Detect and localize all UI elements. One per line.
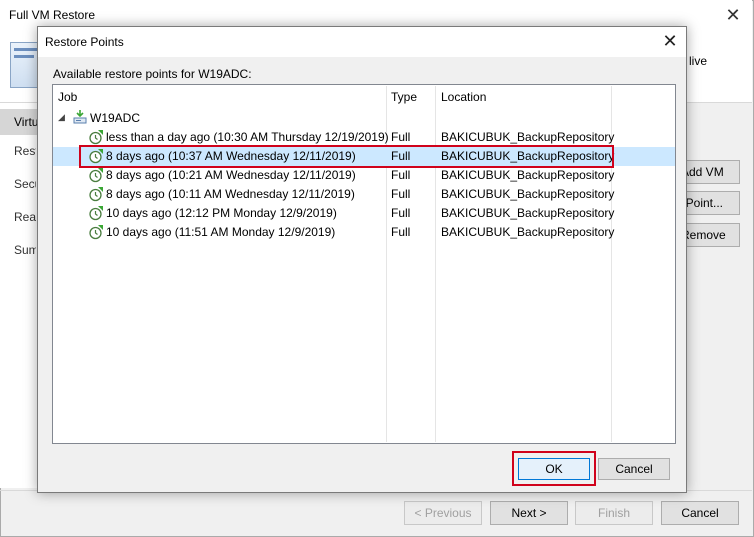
restore-point-location: BAKICUBUK_BackupRepository [441, 206, 615, 220]
dialog-caption: Available restore points for W19ADC: [53, 67, 252, 81]
restore-point-clock-icon [89, 168, 103, 183]
restore-point-location: BAKICUBUK_BackupRepository [441, 168, 615, 182]
wizard-logo-detail [14, 55, 34, 58]
wizard-step-nav [0, 103, 38, 488]
dialog-titlebar [38, 27, 686, 57]
ok-button-annotation [512, 451, 596, 486]
restore-point-clock-icon [89, 225, 103, 240]
nav-step-virtual-machines[interactable]: Virtu [0, 109, 38, 135]
dialog-title: Restore Points [45, 35, 124, 49]
finish-button[interactable]: Finish [575, 501, 653, 525]
restore-point-type: Full [391, 206, 411, 220]
restore-point-date: less than a day ago (10:30 AM Thursday 1… [106, 130, 389, 144]
remove-button[interactable]: Remove [680, 223, 740, 247]
next-button[interactable]: Next > [490, 501, 568, 525]
nav-step-summary[interactable]: Sum [14, 243, 36, 257]
restore-point-clock-icon [89, 130, 103, 145]
restore-point-date: 10 days ago (11:51 AM Monday 12/9/2019) [106, 225, 336, 239]
restore-point-clock-icon [89, 187, 103, 202]
restore-point-type: Full [391, 187, 411, 201]
wizard-cancel-button[interactable]: Cancel [661, 501, 739, 525]
selected-row-annotation [79, 145, 614, 168]
column-header-type[interactable]: Type [391, 90, 417, 104]
dialog-cancel-button[interactable]: Cancel [598, 458, 670, 480]
restore-point-location: BAKICUBUK_BackupRepository [441, 130, 615, 144]
dialog-close-icon[interactable]: ✕ [658, 30, 682, 54]
wizard-header-description: live [689, 54, 708, 68]
restore-point-date: 10 days ago (12:12 PM Monday 12/9/2019) [106, 206, 337, 220]
nav-step-reason[interactable]: Reas [14, 210, 36, 224]
tree-root-label[interactable]: W19ADC [90, 111, 140, 125]
vm-server-icon [73, 110, 87, 124]
wizard-title: Full VM Restore [9, 8, 96, 22]
restore-point-date: 8 days ago (10:11 AM Wednesday 12/11/201… [106, 187, 355, 201]
restore-point-type: Full [391, 168, 411, 182]
previous-button[interactable]: < Previous [404, 501, 482, 525]
restore-point-type: Full [391, 225, 411, 239]
column-header-job[interactable]: Job [58, 90, 77, 104]
nav-step-secure-restore[interactable]: Secu [14, 177, 36, 191]
wizard-close-icon[interactable]: ✕ [720, 3, 746, 29]
point-button[interactable]: Point... [680, 191, 740, 215]
restore-point-location: BAKICUBUK_BackupRepository [441, 187, 615, 201]
tree-expander-icon[interactable]: ◢ [58, 112, 65, 123]
restore-point-type: Full [391, 130, 411, 144]
restore-point-location: BAKICUBUK_BackupRepository [441, 225, 615, 239]
column-header-location[interactable]: Location [441, 90, 486, 104]
restore-point-date: 8 days ago (10:21 AM Wednesday 12/11/201… [106, 168, 356, 182]
restore-point-clock-icon [89, 206, 103, 221]
add-vm-button[interactable]: Add VM [680, 160, 740, 184]
nav-step-restore-mode[interactable]: Rest [14, 144, 36, 158]
